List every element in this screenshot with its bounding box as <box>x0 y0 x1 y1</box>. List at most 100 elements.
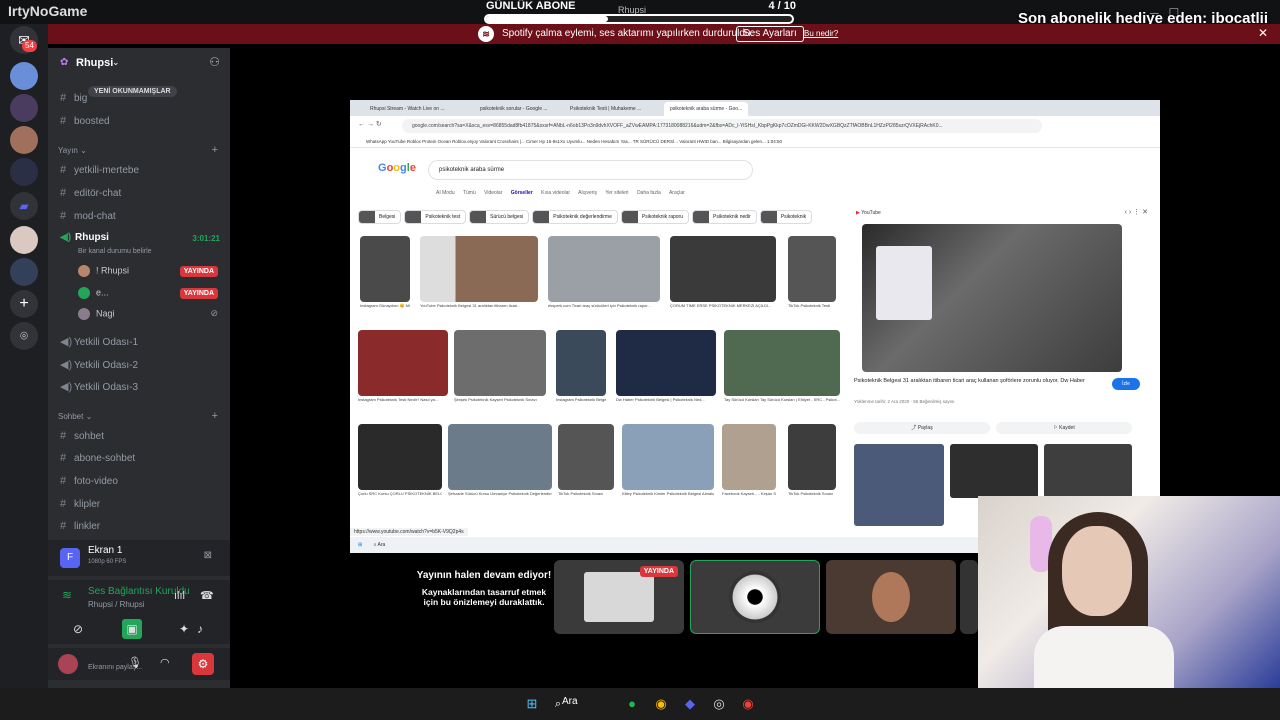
spotify-icon[interactable]: ● <box>622 694 642 714</box>
image-result[interactable]: TikTok Psikoteknik Sınavı <box>558 424 614 496</box>
image-result[interactable]: Dw Haber Psikoteknik Belgesi | Psikotekn… <box>616 330 716 402</box>
chip[interactable]: Sürücü belgesi <box>469 210 530 224</box>
server-header[interactable]: ✿ Rhupsi ⌄ ⚇ <box>48 48 230 78</box>
add-channel-icon[interactable]: + <box>212 410 218 422</box>
image-result[interactable]: TikTok Psikoteknik Testi <box>788 236 836 308</box>
server-icon[interactable] <box>10 94 38 122</box>
image-result[interactable]: Tay Sürücü Kursları Tay Sürücü Kursları … <box>724 330 840 402</box>
image-result[interactable]: Şimşek Psikoteknik Kayseri Psikoteknik S… <box>454 330 546 402</box>
screenshare-panel[interactable]: F Ekran 1 1080p 60 FPS ⊠ <box>48 540 230 576</box>
search-tab[interactable]: Alışveriş <box>578 190 597 196</box>
server-icon[interactable] <box>10 226 38 254</box>
server-icon[interactable] <box>10 62 38 90</box>
voice-user[interactable]: e... <box>78 287 109 299</box>
browser-tab[interactable]: Psikoteknik Testi | Muhakeme ... <box>564 102 647 116</box>
stream-tile[interactable] <box>960 560 978 634</box>
search-tab[interactable]: Tümü <box>463 190 476 196</box>
save-button[interactable]: ⚐ Kaydet <box>996 422 1132 434</box>
discover-icon[interactable]: ⌾ <box>10 322 38 350</box>
image-result[interactable]: Çorlu SRC Kursu ÇORLU PSİKOTEKNİK BELG..… <box>358 424 442 496</box>
preview-title[interactable]: Psikoteknik Belgesi 31 aralıktan itibare… <box>854 378 1094 384</box>
chrome-profile-icon[interactable]: ◉ <box>738 694 758 714</box>
what-is-this-link[interactable]: Bu nedir? <box>804 29 838 38</box>
search-tab[interactable]: Kısa videolar <box>541 190 570 196</box>
audio-settings-button[interactable]: Ses Ayarları <box>736 26 804 42</box>
camera-off-icon[interactable]: ⊘ <box>68 619 88 639</box>
obs-icon[interactable]: ◎ <box>709 694 729 714</box>
channel-boosted[interactable]: # boosted <box>60 115 110 127</box>
voice-room-3[interactable]: ◀) Yetkili Odası-3 <box>60 380 138 393</box>
nav-buttons[interactable]: ← → ↻ <box>358 120 382 128</box>
voice-channel-rhupsi[interactable]: ◀) Rhupsi <box>60 232 109 243</box>
headphones-icon[interactable]: ◠ <box>160 656 170 669</box>
image-result[interactable]: TikTok Psikoteknik Sınavı <box>788 424 836 496</box>
category-sohbet[interactable]: Sohbet ⌄ <box>58 412 92 421</box>
disconnect-icon[interactable]: ☎ <box>200 589 214 602</box>
chrome-icon[interactable]: ◉ <box>651 694 671 714</box>
close-icon[interactable]: ✕ <box>1258 26 1268 40</box>
url-bar[interactable]: ← → ↻ google.com/search?sa=X&sca_esv=868… <box>350 116 1160 136</box>
search-tab[interactable]: Araçlar <box>669 190 685 196</box>
add-server-icon[interactable]: + <box>10 290 38 318</box>
chip[interactable]: Psikoteknik nedir <box>692 210 757 224</box>
folder-icon[interactable]: ▰ <box>10 192 38 220</box>
search-tab[interactable]: Daha fazla <box>637 190 661 196</box>
browser-tab-active[interactable]: psikoteknik araba sürme - Goo... <box>664 102 749 116</box>
chip[interactable]: Psikoteknik <box>759 210 813 224</box>
chip[interactable]: Psikoteknik değerlendirme <box>532 210 618 224</box>
channel-yetkili-mertebe[interactable]: # yetkili-mertebe <box>60 164 139 176</box>
voice-user[interactable]: ! Rhupsi <box>78 265 129 277</box>
image-result[interactable]: Facebook Kayseri... - Keşan S... <box>722 424 776 496</box>
bookmarks-bar[interactable]: WhatsApp YouTube Roblox Protein Ocean Ro… <box>350 136 1160 148</box>
related-image[interactable] <box>950 444 1038 498</box>
search-input[interactable]: psikoteknik araba sürme <box>428 160 753 180</box>
screen-share-icon[interactable]: ▣ <box>122 619 142 639</box>
stop-share-icon[interactable]: ⊠ <box>204 550 212 561</box>
watch-button[interactable]: İzle <box>1112 378 1140 390</box>
image-result[interactable]: eksperk.com Ticari araç sürücüleri için … <box>548 236 660 308</box>
stream-tile[interactable] <box>826 560 956 634</box>
channel-mod-chat[interactable]: # mod-chat <box>60 210 116 222</box>
channel-sohbet[interactable]: # sohbet <box>60 430 104 442</box>
image-result[interactable]: Instagram Psikoteknik Belgesi <box>556 330 606 402</box>
search-tab[interactable]: AI Modu <box>436 190 455 196</box>
image-result[interactable]: Şehzade Sürücü Kursu Ümraniye Psikotekni… <box>448 424 552 496</box>
new-unreads-pill[interactable]: YENİ OKUNMAMIŞLAR <box>88 86 177 97</box>
browser-tab[interactable]: psikoteknik sorular - Google ... <box>474 102 554 116</box>
channel-foto-video[interactable]: # foto-video <box>60 475 118 487</box>
discord-icon[interactable]: ◆ <box>680 694 700 714</box>
chip[interactable]: Belgesi <box>358 210 402 224</box>
avatar[interactable] <box>58 654 78 674</box>
server-icon[interactable] <box>10 158 38 186</box>
category-yayin[interactable]: Yayın ⌄ <box>58 146 87 155</box>
channel-editor-chat[interactable]: # editör-chat <box>60 187 121 199</box>
channel-linkler[interactable]: # linkler <box>60 520 100 532</box>
search-tab-images[interactable]: Görseller <box>511 190 533 196</box>
url-field[interactable]: google.com/search?sa=X&sca_esv=86855dad8… <box>402 119 1042 133</box>
add-channel-icon[interactable]: + <box>212 144 218 156</box>
channel-klipler[interactable]: # klipler <box>60 498 100 510</box>
chip[interactable]: Psikoteknik test <box>404 210 467 224</box>
shared-browser-window[interactable]: Rhupsi Stream - Watch Live on ... psikot… <box>350 100 1160 553</box>
image-result[interactable]: Instagram Günaydınn 😊 Mü... <box>360 236 410 308</box>
stream-tile[interactable] <box>690 560 820 634</box>
voice-user[interactable]: Nagi <box>78 308 115 320</box>
stream-tile[interactable]: YAYINDA <box>554 560 684 634</box>
search-tab[interactable]: Videolar <box>484 190 502 196</box>
share-button[interactable]: ⤴ Paylaş <box>854 422 990 434</box>
voice-room-2[interactable]: ◀) Yetkili Odası-2 <box>60 358 138 371</box>
channel-big[interactable]: # big <box>60 92 87 104</box>
microphone-icon[interactable]: 🎙 <box>128 656 142 669</box>
related-image[interactable] <box>1044 444 1132 498</box>
related-image[interactable] <box>854 444 944 526</box>
taskbar-search-label[interactable]: Ara <box>562 696 578 707</box>
preview-image[interactable] <box>862 224 1122 372</box>
voice-status[interactable]: Bir kanal durumu belirle <box>78 248 152 255</box>
gear-icon[interactable]: ⚙ <box>192 653 214 675</box>
image-result[interactable]: Instagram Psikoteknik Testi Nedir? Nasıl… <box>358 330 448 402</box>
server-icon[interactable] <box>10 258 38 286</box>
search-tab[interactable]: Yer siteleri <box>605 190 628 196</box>
chip[interactable]: Psikoteknik raporu <box>620 210 690 224</box>
browser-tab[interactable]: Rhupsi Stream - Watch Live on ... <box>364 102 451 116</box>
windows-start-icon[interactable]: ⊞ <box>522 694 542 714</box>
